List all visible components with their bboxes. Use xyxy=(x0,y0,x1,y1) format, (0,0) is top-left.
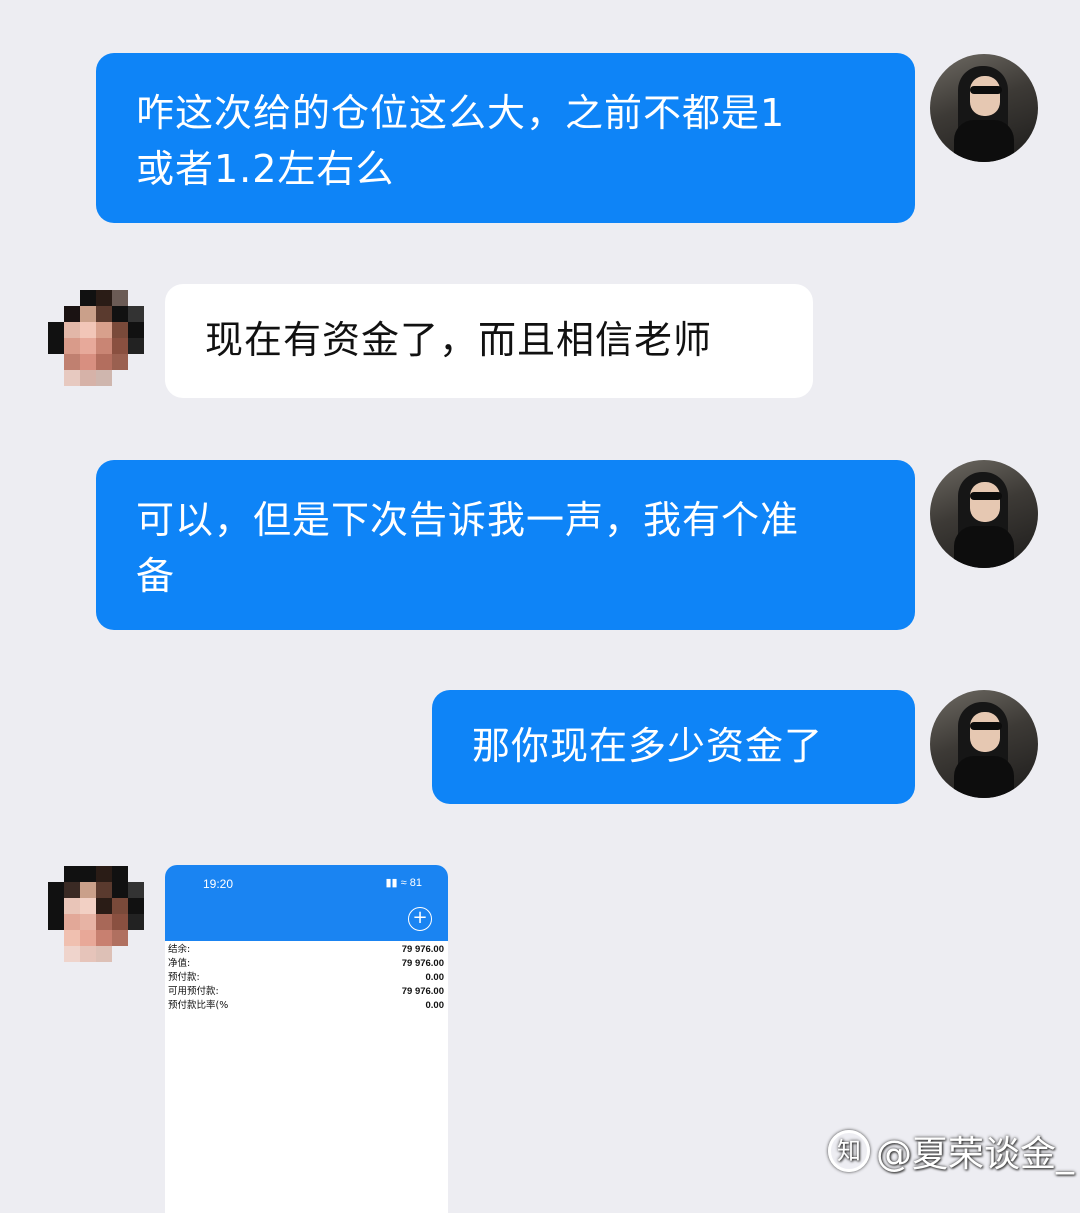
message-text: 可以，但是下次告诉我一声，我有个准 备 xyxy=(136,498,800,598)
message-bubble-outgoing[interactable]: 那你现在多少资金了 xyxy=(432,690,915,804)
account-row: 预付款: 0.00 xyxy=(168,971,444,985)
account-row: 净值: 79 976.00 xyxy=(168,957,444,971)
account-row-value: 79 976.00 xyxy=(401,958,444,969)
account-row-label: 净值: xyxy=(168,958,191,969)
avatar-contact-pixelated[interactable] xyxy=(48,290,160,402)
watermark-text: @夏荣谈金_ xyxy=(876,1134,1075,1175)
account-row-label: 预付款比率(% xyxy=(168,1000,229,1011)
account-row-label: 预付款: xyxy=(168,972,200,983)
avatar-self[interactable] xyxy=(930,54,1038,162)
message-bubble-outgoing[interactable]: 咋这次给的仓位这么大，之前不都是1 或者1.2左右么 xyxy=(96,53,915,223)
screenshot-time: 19:20 xyxy=(203,877,234,891)
signal-wifi-battery-icon: ▮▮ ≈ 81 xyxy=(385,877,423,889)
message-text: 那你现在多少资金了 xyxy=(472,724,824,768)
account-row-label: 可用预付款: xyxy=(168,986,219,997)
message-text: 咋这次给的仓位这么大，之前不都是1 或者1.2左右么 xyxy=(136,91,786,191)
shared-account-screenshot[interactable]: 19:20 ▮▮ ≈ 81 + 结余: 79 976.00 净值: 79 976… xyxy=(165,865,448,1213)
avatar-contact-pixelated[interactable] xyxy=(48,866,160,978)
watermark: 知 @夏荣谈金_ xyxy=(828,1125,1074,1177)
account-row-value: 79 976.00 xyxy=(401,944,444,955)
account-row-value: 0.00 xyxy=(425,1000,445,1011)
avatar-self[interactable] xyxy=(930,460,1038,568)
account-row: 结余: 79 976.00 xyxy=(168,943,444,957)
avatar-self[interactable] xyxy=(930,690,1038,798)
account-row-label: 结余: xyxy=(168,944,191,955)
screenshot-header: 19:20 ▮▮ ≈ 81 + xyxy=(165,865,448,941)
account-summary: 结余: 79 976.00 净值: 79 976.00 预付款: 0.00 可用… xyxy=(165,941,448,1013)
account-row-value: 0.00 xyxy=(425,972,445,983)
account-row: 可用预付款: 79 976.00 xyxy=(168,985,444,999)
account-row-value: 79 976.00 xyxy=(401,986,444,997)
message-text: 现在有资金了，而且相信老师 xyxy=(205,318,713,362)
zhihu-logo-icon: 知 xyxy=(828,1130,870,1172)
account-row: 预付款比率(% 0.00 xyxy=(168,999,444,1013)
message-bubble-outgoing[interactable]: 可以，但是下次告诉我一声，我有个准 备 xyxy=(96,460,915,630)
plus-icon: + xyxy=(408,907,432,931)
message-bubble-incoming[interactable]: 现在有资金了，而且相信老师 xyxy=(165,284,813,398)
